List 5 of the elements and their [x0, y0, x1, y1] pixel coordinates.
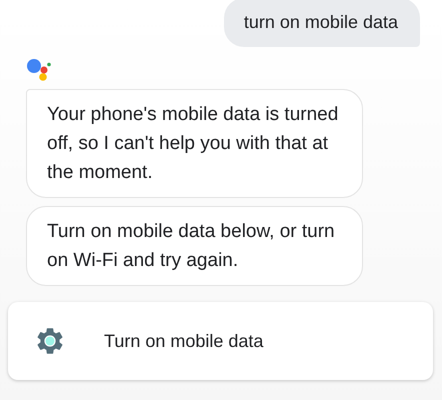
assistant-message: Turn on mobile data below, or turn on Wi-Fi and try again. [26, 206, 363, 286]
assistant-logo-icon [26, 57, 52, 81]
turn-on-mobile-data-button[interactable]: Turn on mobile data [8, 302, 433, 380]
assistant-message: Your phone's mobile data is turned off, so I can't help you with that at the moment. [26, 89, 363, 198]
user-message: turn on mobile data [224, 0, 420, 47]
